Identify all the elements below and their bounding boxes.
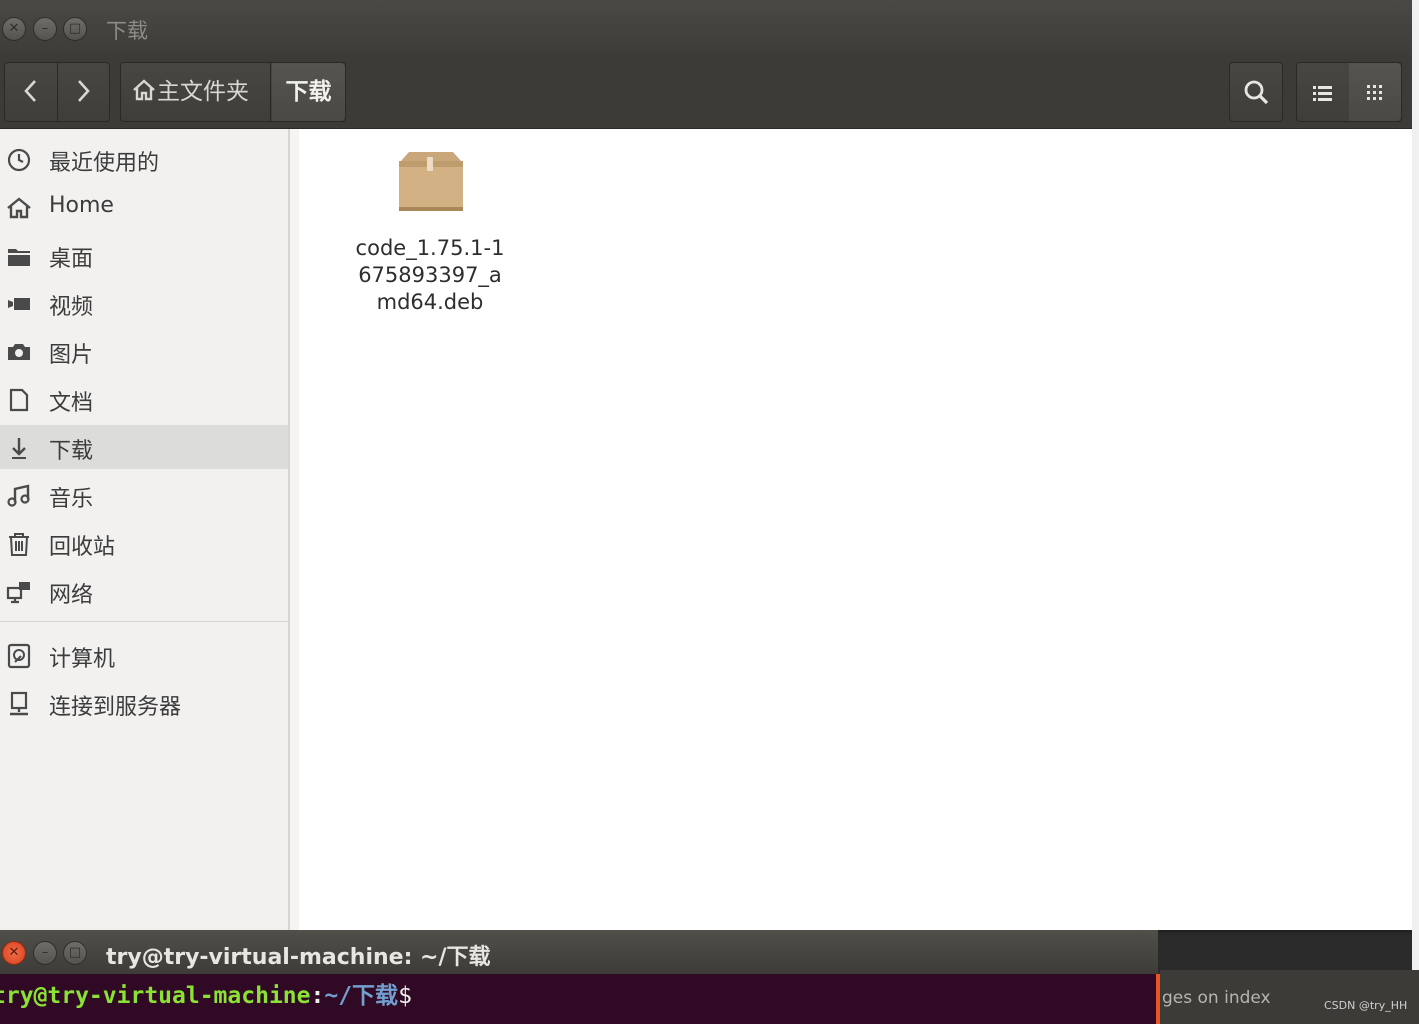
terminal-maximize-button[interactable]: □ <box>63 941 87 965</box>
file-manager-titlebar[interactable]: ✕ – □ 下载 <box>0 0 1412 56</box>
server-icon <box>10 691 28 716</box>
background-window-edge <box>1412 0 1419 970</box>
file-manager-window: ✕ – □ 下载 主文件夹 下载 最近使用的 Home 桌面 视频 图片 文档 … <box>0 0 1412 930</box>
sidebar-item-label: 下载 <box>49 439 94 464</box>
sidebar-item-label: 文档 <box>49 391 94 416</box>
sidebar-item-documents[interactable]: 文档 <box>0 377 288 421</box>
breadcrumb-current[interactable]: 下载 <box>272 63 345 121</box>
background-text: ges on index <box>1162 988 1271 1008</box>
home-icon <box>7 197 31 219</box>
back-button[interactable] <box>5 63 58 121</box>
list-view-button[interactable] <box>1297 63 1350 121</box>
document-icon <box>9 388 29 412</box>
breadcrumb: 主文件夹 下载 <box>120 62 346 122</box>
sidebar-item-home[interactable]: Home <box>0 185 288 229</box>
sidebar-item-label: 回收站 <box>49 535 116 560</box>
sidebar-item-label: 图片 <box>49 343 94 368</box>
folder-icon <box>8 249 30 266</box>
grid-icon <box>1367 85 1382 100</box>
view-mode-buttons <box>1296 62 1402 122</box>
breadcrumb-home[interactable]: 主文件夹 <box>121 63 271 121</box>
sidebar-item-network[interactable]: 网络 <box>0 569 288 613</box>
sidebar-item-downloads[interactable]: 下载 <box>0 425 288 469</box>
sidebar-item-recent[interactable]: 最近使用的 <box>0 137 288 181</box>
sidebar-item-computer[interactable]: 计算机 <box>0 633 288 677</box>
sidebar-item-label: 连接到服务器 <box>49 695 182 720</box>
forward-button[interactable] <box>57 63 109 121</box>
terminal-titlebar[interactable]: ✕ – □ try@try-virtual-machine: ~/下载 <box>0 930 1158 974</box>
sidebar-item-label: 视频 <box>49 295 94 320</box>
grid-view-button[interactable] <box>1349 63 1401 121</box>
toolbar: 主文件夹 下载 <box>0 56 1412 129</box>
chevron-left-icon <box>24 80 36 102</box>
terminal-close-button[interactable]: ✕ <box>2 941 26 965</box>
home-icon <box>133 79 155 101</box>
search-button[interactable] <box>1229 62 1283 122</box>
terminal-title: try@try-virtual-machine: ~/下载 <box>106 945 491 970</box>
minimize-window-button[interactable]: – <box>33 17 57 41</box>
prompt-colon: : <box>310 983 325 1009</box>
trash-icon <box>9 533 29 556</box>
chevron-right-icon <box>78 80 90 102</box>
network-icon <box>6 582 30 604</box>
close-window-button[interactable]: ✕ <box>2 17 26 41</box>
camera-icon <box>8 344 30 360</box>
package-icon <box>399 152 463 211</box>
sidebar-item-label: Home <box>49 193 114 218</box>
computer-icon <box>7 643 31 669</box>
prompt-user: try@try-virtual-machine <box>0 983 311 1009</box>
sidebar-item-music[interactable]: 音乐 <box>0 473 288 517</box>
sidebar-item-label: 网络 <box>49 583 94 608</box>
sidebar-item-label: 音乐 <box>49 487 94 512</box>
breadcrumb-home-label: 主文件夹 <box>157 79 249 105</box>
file-view[interactable]: code_1.75.1-1675893397_amd64.deb <box>299 129 1412 930</box>
music-icon <box>7 484 30 507</box>
search-icon <box>1244 80 1269 105</box>
sidebar-item-label: 桌面 <box>49 247 94 272</box>
sidebar-item-connect-server[interactable]: 连接到服务器 <box>0 681 288 725</box>
terminal-minimize-button[interactable]: – <box>33 941 57 965</box>
terminal-body[interactable]: try@try-virtual-machine:~/下载$ <box>0 974 1158 1024</box>
prompt-dollar: $ <box>398 983 412 1009</box>
terminal-prompt: try@try-virtual-machine:~/下载$ <box>0 976 412 1010</box>
sidebar-item-label: 计算机 <box>49 647 116 672</box>
download-icon <box>12 438 26 459</box>
maximize-window-button[interactable]: □ <box>63 17 87 41</box>
prompt-path: ~/下载 <box>324 983 399 1009</box>
terminal-window: ✕ – □ try@try-virtual-machine: ~/下载 try@… <box>0 930 1158 1024</box>
sidebar-separator <box>0 621 288 622</box>
sidebar: 最近使用的 Home 桌面 视频 图片 文档 下载 音乐 回收站 网络 计算机 … <box>0 129 290 930</box>
file-name: code_1.75.1-1675893397_amd64.deb <box>355 236 505 314</box>
navigation-buttons <box>4 62 110 122</box>
clock-icon <box>7 148 31 172</box>
sidebar-item-trash[interactable]: 回收站 <box>0 521 288 565</box>
sidebar-item-pictures[interactable]: 图片 <box>0 329 288 373</box>
video-icon <box>8 298 30 310</box>
window-title: 下载 <box>106 19 148 43</box>
sidebar-item-desktop[interactable]: 桌面 <box>0 233 288 277</box>
sidebar-item-videos[interactable]: 视频 <box>0 281 288 325</box>
list-icon <box>1313 86 1332 101</box>
watermark: CSDN @try_HH <box>1324 999 1408 1012</box>
sidebar-item-label: 最近使用的 <box>49 151 160 176</box>
